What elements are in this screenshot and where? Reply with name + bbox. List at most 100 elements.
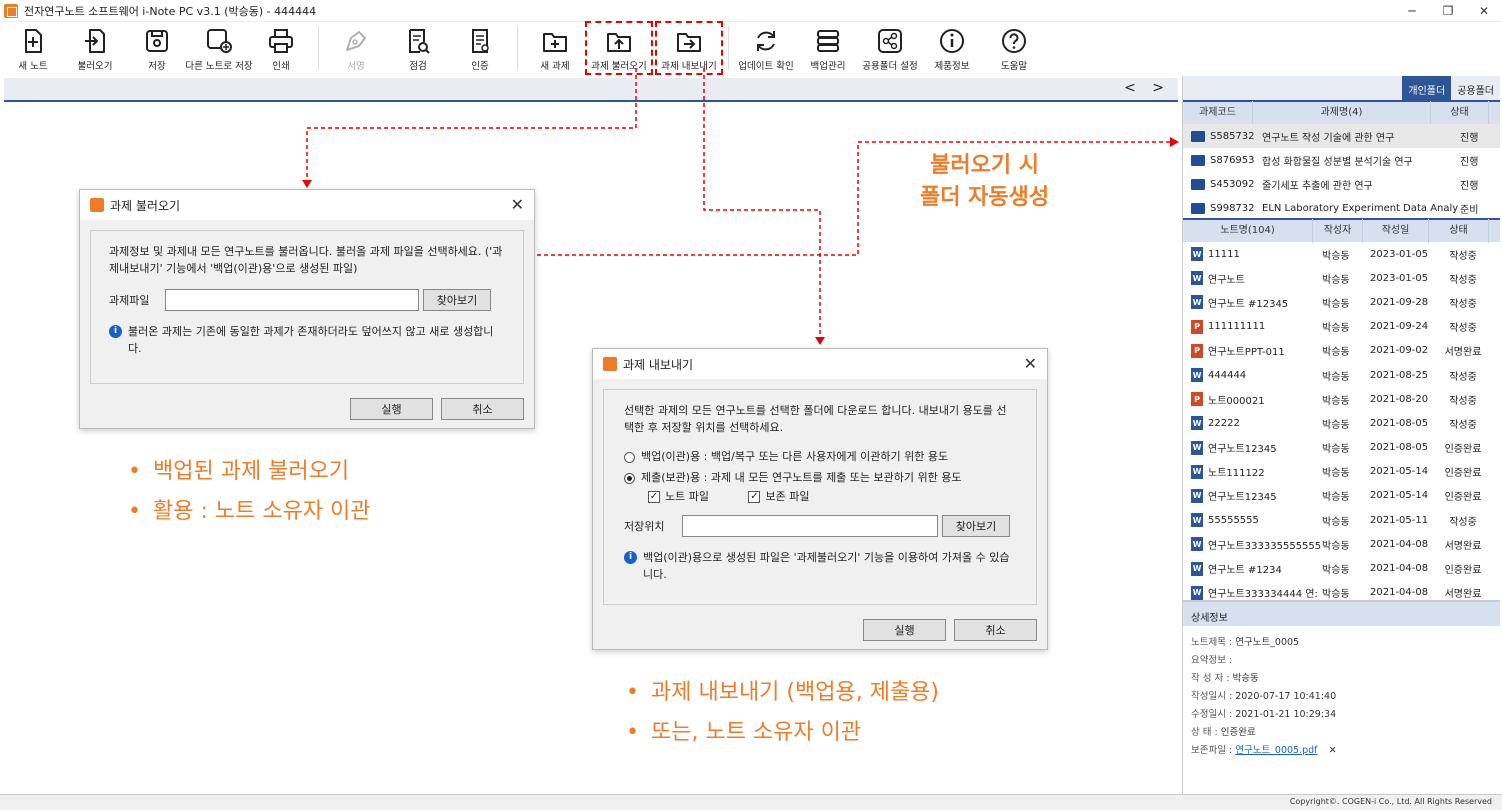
minimize-button[interactable]: ─: [1394, 0, 1430, 22]
project-row[interactable]: S876953 합성 화합물질 성분별 분석기술 연구 진행: [1183, 148, 1500, 172]
note-name: 연구노트 #1234: [1208, 565, 1282, 577]
file-label: 과제파일: [109, 293, 150, 307]
col-project-code[interactable]: 과제코드: [1183, 101, 1253, 125]
project-row[interactable]: S998732 ELN Laboratory Experiment Data A…: [1183, 196, 1500, 218]
dialog-title-bar: 과제 내보내기 ✕: [593, 349, 1047, 379]
note-author: 박승동: [1322, 274, 1350, 286]
maximize-button[interactable]: ❐: [1430, 0, 1466, 22]
dialog-body: 선택한 과제의 모든 연구노트를 선택한 폴더에 다운로드 합니다. 내보내기 …: [603, 389, 1037, 605]
project-import-button[interactable]: 과제 불러오기: [585, 21, 653, 75]
note-row[interactable]: W 연구노트 #12345 박승동 2021-09-28 작성중: [1183, 290, 1500, 314]
note-row[interactable]: W 연구노트 #1234 박승동 2021-04-08 인증완료: [1183, 556, 1500, 580]
print-button[interactable]: 인쇄: [250, 22, 312, 74]
note-row[interactable]: P 연구노트PPT-011 박승동 2021-09-02 서명완료: [1183, 339, 1500, 363]
note-date: 2021-05-11: [1370, 514, 1429, 526]
word-file-icon: W: [1191, 416, 1203, 431]
project-row[interactable]: S453092 줄기세포 추출에 관한 연구 진행: [1183, 172, 1500, 196]
close-icon[interactable]: ✕: [511, 195, 524, 214]
app-logo-icon: [90, 198, 104, 212]
note-author: 박승동: [1322, 347, 1350, 359]
tab-nav-arrows[interactable]: < >: [1124, 80, 1170, 96]
app-logo-icon: [603, 357, 617, 371]
bullet-item: • 백업된 과제 불러오기: [128, 459, 350, 484]
col-project-name[interactable]: 과제명(4): [1253, 101, 1431, 125]
update-button[interactable]: 업데이트 확인: [735, 22, 797, 74]
preserve-file-checkbox[interactable]: ✓: [748, 491, 761, 503]
col-project-status[interactable]: 상태: [1431, 101, 1489, 125]
folder-connector-arrow: [1170, 137, 1179, 147]
import-project-dialog: 과제 불러오기 ✕ 과제정보 및 과제내 모든 연구노트를 불러옵니다. 불러올…: [79, 189, 535, 429]
save-location-input[interactable]: [682, 515, 938, 537]
bullet-item: • 또는, 노트 소유자 이관: [626, 720, 862, 745]
bullet-item: • 활용 : 노트 소유자 이관: [128, 499, 371, 524]
note-row[interactable]: P 노트000021 박승동 2021-08-20 작성중: [1183, 387, 1500, 411]
note-date: 2021-09-28: [1370, 296, 1429, 308]
detail-key: 작 성 자 :: [1191, 673, 1230, 684]
note-row[interactable]: W 연구노트12345 박승동 2021-08-05 인증완료: [1183, 436, 1500, 460]
save-as-button[interactable]: 다른 노트로 저장: [185, 22, 253, 74]
tab-shared-folder[interactable]: 공용폴더: [1451, 76, 1500, 100]
note-status: 인증완료: [1444, 492, 1482, 504]
note-date: 2023-01-05: [1370, 248, 1429, 260]
project-export-button[interactable]: 과제 내보내기: [655, 21, 723, 75]
backup-button[interactable]: 백업관리: [797, 22, 859, 74]
new-project-button[interactable]: 새 과제: [524, 22, 586, 74]
powerpoint-file-icon: P: [1191, 343, 1203, 358]
word-file-icon: W: [1191, 585, 1203, 600]
run-button[interactable]: 실행: [350, 398, 433, 420]
note-name: 55555555: [1208, 514, 1259, 526]
submit-radio[interactable]: [624, 472, 635, 484]
note-row[interactable]: W 55555555 박승동 2021-05-11 작성중: [1183, 508, 1500, 532]
help-button[interactable]: 도움말: [983, 22, 1045, 74]
info-icon: i: [109, 325, 122, 338]
project-file-input[interactable]: [165, 289, 419, 311]
export-description: 선택한 과제의 모든 연구노트를 선택한 폴더에 다운로드 합니다. 내보내기 …: [624, 404, 1007, 434]
note-status: 작성중: [1449, 371, 1477, 383]
tab-personal-folder[interactable]: 개인폴더: [1402, 76, 1452, 100]
note-row[interactable]: P 111111111 박승동 2021-09-24 작성중: [1183, 315, 1500, 339]
col-note-name[interactable]: 노트명(104): [1183, 219, 1313, 243]
col-date[interactable]: 작성일: [1363, 219, 1429, 243]
note-file-checkbox[interactable]: ✓: [648, 491, 660, 503]
option-backup[interactable]: 백업(이관)용 : 백업/복구 또는 다른 사용자에게 이관하기 위한 용도: [624, 448, 1016, 465]
note-author: 박승동: [1322, 444, 1350, 456]
option-submit[interactable]: 제출(보관)용 : 과제 내 모든 연구노트를 제출 또는 보관하기 위한 용도: [624, 469, 1016, 486]
note-row[interactable]: W 연구노트12345 박승동 2021-05-14 인증완료: [1183, 484, 1500, 508]
inspect-button[interactable]: 점검: [387, 22, 449, 74]
note-status: 서명완료: [1444, 540, 1482, 552]
browse-button[interactable]: 찾아보기: [423, 289, 491, 311]
note-row[interactable]: W 연구노트 박승동 2023-01-05 작성중: [1183, 266, 1500, 290]
new-note-button[interactable]: 새 노트: [2, 22, 64, 74]
cancel-button[interactable]: 취소: [954, 619, 1037, 641]
project-row[interactable]: S585732 연구노트 작성 기술에 관한 연구 진행: [1183, 124, 1500, 148]
inspect-icon: [409, 29, 430, 54]
folder-icon: [1191, 202, 1205, 214]
import-button[interactable]: 불러오기: [64, 22, 126, 74]
cancel-button[interactable]: 취소: [441, 398, 524, 420]
certify-button[interactable]: 인증: [449, 22, 511, 74]
col-author[interactable]: 작성자: [1313, 219, 1363, 243]
run-button[interactable]: 실행: [863, 619, 946, 641]
note-row[interactable]: W 11111 박승동 2023-01-05 작성중: [1183, 242, 1500, 266]
col-note-status[interactable]: 상태: [1429, 219, 1489, 243]
note-row[interactable]: W 22222 박승동 2021-08-05 작성중: [1183, 411, 1500, 435]
note-author: 박승동: [1322, 492, 1350, 504]
close-window-button[interactable]: ✕: [1466, 0, 1502, 22]
note-row[interactable]: W 연구노트333335555555 박승동 2021-04-08 서명완료: [1183, 532, 1500, 556]
folder-auto-annotation: 불러오기 시 폴더 자동생성: [920, 153, 1050, 210]
note-name: 연구노트PPT-011: [1208, 347, 1285, 359]
sign-button[interactable]: 서명: [325, 22, 387, 74]
note-row[interactable]: W 연구노트333334444 연: 박승동 2021-04-08 서명완료: [1183, 581, 1500, 600]
detail-value: 2020-07-17 10:41:40: [1235, 691, 1337, 702]
attachment-link[interactable]: 연구노트_0005.pdf: [1235, 745, 1317, 756]
folder-upload-icon: [607, 33, 631, 52]
product-info-button[interactable]: 제품정보: [921, 22, 983, 74]
backup-radio[interactable]: [624, 451, 635, 463]
remove-attachment-icon[interactable]: ✕: [1329, 745, 1337, 756]
browse-button[interactable]: 찾아보기: [942, 515, 1010, 537]
save-button[interactable]: 저장: [126, 22, 188, 74]
shared-folder-button[interactable]: 공용폴더 설정: [859, 22, 921, 74]
close-icon[interactable]: ✕: [1024, 354, 1037, 373]
note-row[interactable]: W 노트111122 박승동 2021-05-14 인증완료: [1183, 460, 1500, 484]
note-row[interactable]: W 444444 박승동 2021-08-25 작성중: [1183, 363, 1500, 387]
